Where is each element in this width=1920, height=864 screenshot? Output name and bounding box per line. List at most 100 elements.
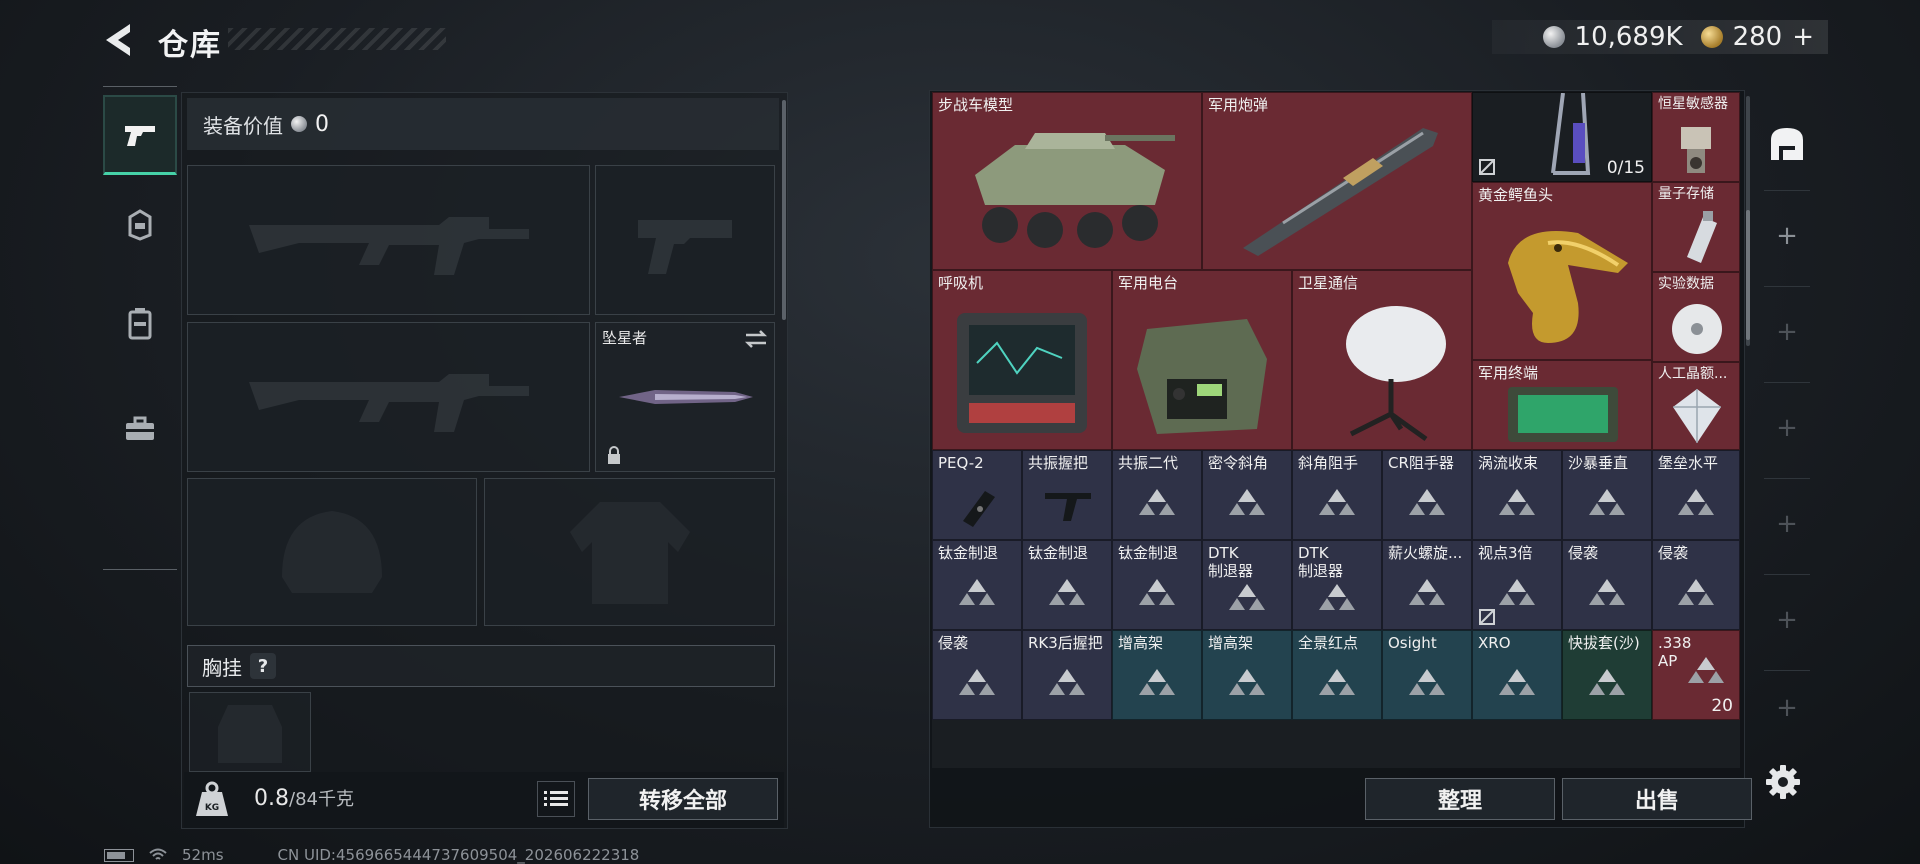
stash-item[interactable]: 快拔套(沙) <box>1562 630 1652 720</box>
settings-button[interactable] <box>1765 764 1801 800</box>
primary-weapon-slot-2[interactable] <box>187 322 590 472</box>
item-name: 钛金制退 <box>1118 544 1179 562</box>
stash-item[interactable]: 侵袭 <box>1562 540 1652 630</box>
item-name: 薪火螺旋... <box>1388 544 1463 562</box>
stash-item[interactable]: 增高架 <box>1112 630 1202 720</box>
item-name: 步战车模型 <box>938 96 1014 114</box>
stash-item[interactable]: 堡垒水平 <box>1652 450 1740 540</box>
gold-balance: 280 <box>1732 22 1783 52</box>
stash-item[interactable]: Osight <box>1382 630 1472 720</box>
stash-item[interactable]: 0/15 <box>1472 92 1652 182</box>
stash-item[interactable]: 实验数据 <box>1652 272 1740 362</box>
stash-item[interactable]: 黄金鳄鱼头 <box>1472 182 1652 360</box>
add-tab-button[interactable]: + <box>1758 208 1816 264</box>
stash-item[interactable]: 共振握把 <box>1022 450 1112 540</box>
stash-item[interactable]: 斜角阻手 <box>1292 450 1382 540</box>
stash-item[interactable]: 呼吸机 <box>932 270 1112 450</box>
add-tab-button[interactable]: + <box>1758 304 1816 360</box>
melee-name: 坠星者 <box>602 329 648 347</box>
stash-item[interactable]: 步战车模型 <box>932 92 1202 270</box>
backpack-icon <box>128 308 152 340</box>
silver-coin-icon <box>291 116 307 132</box>
list-icon <box>544 791 568 806</box>
equipment-value-header: 装备价值 0 <box>187 98 779 150</box>
stash-item[interactable]: 钛金制退 <box>1022 540 1112 630</box>
rail-weapons[interactable] <box>103 95 177 175</box>
add-tab-button[interactable]: + <box>1758 592 1816 648</box>
stash-item[interactable]: CR阻手器 <box>1382 450 1472 540</box>
helmet-slot[interactable] <box>187 478 477 626</box>
rail-toolbox[interactable] <box>103 389 177 469</box>
item-name: 斜角阻手 <box>1298 454 1359 472</box>
placeholder-triangle-icon <box>1229 669 1265 696</box>
swap-icon[interactable] <box>744 329 768 349</box>
gold-plus[interactable]: + <box>1792 22 1814 52</box>
chest-rig-slot[interactable] <box>189 692 311 772</box>
loadout-scrollbar[interactable] <box>782 100 786 320</box>
stash-item[interactable]: 卫星通信 <box>1292 270 1472 450</box>
data-disc-icon <box>1672 304 1722 354</box>
stash-item[interactable]: 军用炮弹 <box>1202 92 1472 270</box>
list-view-button[interactable] <box>537 781 575 817</box>
placeholder-triangle-icon <box>1678 579 1714 606</box>
stash-item[interactable]: 侵袭 <box>1652 540 1740 630</box>
wifi-icon <box>149 848 167 860</box>
plus-icon: + <box>1776 605 1798 635</box>
carry-weight: 0.8/84千克 <box>254 785 354 811</box>
stash-item[interactable]: .338 AP 20 <box>1652 630 1740 720</box>
stash-item[interactable]: PEQ-2 <box>932 450 1022 540</box>
item-name: 军用电台 <box>1118 274 1179 292</box>
stash-item[interactable]: 军用终端 <box>1472 360 1652 450</box>
item-name: 量子存储 <box>1658 186 1714 202</box>
sell-button[interactable]: 出售 <box>1562 778 1752 820</box>
transfer-all-button[interactable]: 转移全部 <box>588 778 778 820</box>
item-name: 实验数据 <box>1658 276 1714 292</box>
item-name: RK3后握把 <box>1028 634 1103 652</box>
stash-item[interactable]: XRO <box>1472 630 1562 720</box>
stash-item[interactable]: DTK 制退器 <box>1292 540 1382 630</box>
armor-slot[interactable] <box>484 478 775 626</box>
stash-item[interactable]: 恒星敏感器 <box>1652 92 1740 182</box>
stash-item[interactable]: 侵袭 <box>932 630 1022 720</box>
no-discard-icon <box>1479 609 1495 625</box>
secondary-weapon-slot[interactable] <box>595 165 775 315</box>
military-radio-icon <box>1137 319 1267 434</box>
stash-item[interactable]: 涡流收束 <box>1472 450 1562 540</box>
stash-item[interactable]: 密令斜角 <box>1202 450 1292 540</box>
stash-item[interactable]: 视点3倍 <box>1472 540 1562 630</box>
quantum-storage-icon <box>1687 211 1717 263</box>
rail-backpack[interactable] <box>103 283 177 363</box>
sort-button[interactable]: 整理 <box>1365 778 1555 820</box>
stash-item[interactable]: 钛金制退 <box>932 540 1022 630</box>
missile-icon <box>1243 128 1438 256</box>
rifle-silhouette-icon <box>248 217 529 275</box>
no-discard-icon <box>1479 159 1495 175</box>
primary-weapon-slot[interactable] <box>187 165 590 315</box>
placeholder-triangle-icon <box>1319 489 1355 516</box>
silver-coin-icon <box>1542 26 1565 48</box>
item-name: 共振握把 <box>1028 454 1089 472</box>
rail-helmet[interactable] <box>103 185 177 265</box>
stash-tab-main[interactable] <box>1758 116 1816 172</box>
stash-item[interactable]: 薪火螺旋... <box>1382 540 1472 630</box>
stash-scrollbar[interactable] <box>1746 210 1750 340</box>
stash-item[interactable]: DTK 制退器 <box>1202 540 1292 630</box>
battery-icon <box>104 848 134 862</box>
melee-slot[interactable]: 坠星者 <box>595 322 775 472</box>
stash-item[interactable]: 钛金制退 <box>1112 540 1202 630</box>
add-tab-button[interactable]: + <box>1758 400 1816 456</box>
help-icon[interactable]: ? <box>250 653 276 679</box>
item-name: PEQ-2 <box>938 454 984 472</box>
add-tab-button[interactable]: + <box>1758 688 1816 728</box>
stash-item[interactable]: 量子存储 <box>1652 182 1740 272</box>
add-tab-button[interactable]: + <box>1758 496 1816 552</box>
stash-item[interactable]: 共振二代 <box>1112 450 1202 540</box>
stash-item[interactable]: 人工晶额... <box>1652 362 1740 450</box>
back-button[interactable] <box>100 18 144 62</box>
chest-rig-header: 胸挂 ? <box>187 645 775 687</box>
stash-item[interactable]: RK3后握把 <box>1022 630 1112 720</box>
stash-item[interactable]: 沙暴垂直 <box>1562 450 1652 540</box>
stash-item[interactable]: 军用电台 <box>1112 270 1292 450</box>
stash-item[interactable]: 全景红点 <box>1292 630 1382 720</box>
stash-item[interactable]: 增高架 <box>1202 630 1292 720</box>
